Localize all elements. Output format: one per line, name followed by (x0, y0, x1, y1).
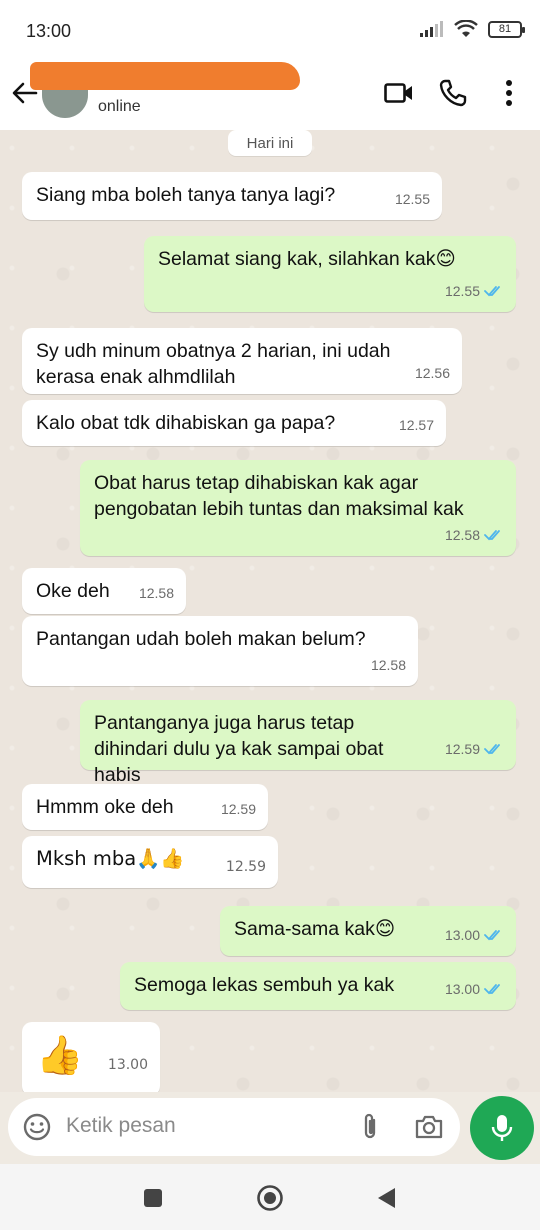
triangle-back-icon (378, 1188, 395, 1208)
home-button[interactable] (256, 1184, 284, 1212)
message-time: 13.00 (107, 1057, 148, 1073)
video-call-icon (384, 83, 412, 103)
message-meta: 12.58 (139, 580, 174, 606)
message-text: Siang mba boleh tanya tanya lagi? (36, 184, 336, 206)
camera-button[interactable] (414, 1112, 444, 1142)
double-check-icon (484, 744, 500, 755)
battery-icon: 81 (488, 20, 525, 38)
message-meta: 13.00 (445, 922, 504, 948)
phone-icon (439, 79, 467, 107)
emoji-button[interactable] (22, 1112, 52, 1142)
message-outgoing[interactable]: Semoga lekas sembuh ya kak 13.00 (120, 962, 516, 1010)
paperclip-icon (364, 1113, 376, 1139)
message-meta: 12.57 (399, 412, 434, 438)
message-outgoing[interactable]: Sama-sama kak😊 13.00 (220, 906, 516, 956)
status-icons: 81 (420, 20, 525, 38)
message-meta: 12.59 (445, 736, 504, 762)
message-outgoing[interactable]: Pantanganya juga harus tetap dihindari d… (80, 700, 516, 786)
message-incoming[interactable]: Hmmm oke deh 12.59 (22, 784, 268, 830)
message-time: 13.00 (444, 927, 480, 943)
message-outgoing[interactable]: Obat harus tetap dihabiskan kak agar pen… (80, 460, 516, 556)
square-icon (144, 1189, 162, 1207)
message-text: Obat harus tetap dihabiskan kak agar pen… (94, 472, 464, 520)
composer-bar (0, 1092, 540, 1164)
recent-apps-button[interactable] (139, 1184, 167, 1212)
date-chip: Hari ini (228, 130, 312, 156)
voice-call-button[interactable] (436, 76, 470, 110)
status-bar: 13:00 81 (0, 0, 540, 62)
message-meta: 12.59 (226, 854, 266, 880)
message-incoming[interactable]: Siang mba boleh tanya tanya lagi? 12.55 (22, 172, 442, 220)
message-incoming[interactable]: Pantangan udah boleh makan belum? 12.58 (22, 616, 418, 686)
message-time: 12.56 (414, 365, 450, 381)
circle-home-icon (257, 1185, 283, 1211)
message-incoming[interactable]: Mksh mba🙏👍 12.59 (22, 836, 278, 888)
message-time: 12.55 (394, 191, 430, 207)
chat-area[interactable]: Hari ini Siang mba boleh tanya tanya lag… (0, 130, 540, 1092)
message-time: 12.58 (444, 527, 480, 543)
double-check-icon (484, 984, 500, 995)
video-call-button[interactable] (382, 76, 416, 110)
message-text: Sy udh minum obatnya 2 harian, ini udah … (36, 340, 391, 388)
back-nav-button[interactable] (372, 1184, 400, 1212)
more-options-button[interactable] (492, 76, 526, 110)
signal-icon (420, 21, 443, 37)
message-incoming[interactable]: 👍 13.00 (22, 1022, 160, 1092)
system-nav-bar (0, 1164, 540, 1230)
message-text: Pantanganya juga harus tetap dihindari d… (94, 712, 384, 786)
double-check-icon (484, 530, 500, 541)
message-time: 12.58 (138, 585, 174, 601)
wifi-icon (454, 20, 478, 37)
message-text: Selamat siang kak, silahkan kak😊 (158, 248, 456, 270)
message-meta: 12.56 (415, 360, 450, 386)
contact-status: online (98, 98, 141, 115)
message-time: 13.00 (444, 981, 480, 997)
message-time: 12.59 (444, 741, 480, 757)
attach-button[interactable] (358, 1112, 382, 1142)
message-meta: 12.58 (445, 522, 504, 548)
message-outgoing[interactable]: Selamat siang kak, silahkan kak😊 12.55 (144, 236, 516, 312)
message-time: 12.59 (225, 859, 266, 875)
message-meta: 12.58 (371, 652, 406, 678)
message-text: Pantangan udah boleh makan belum? (36, 628, 366, 650)
message-meta: 12.55 (395, 186, 430, 212)
status-time: 13:00 (26, 21, 72, 41)
message-time: 12.59 (220, 801, 256, 817)
double-check-icon (484, 286, 500, 297)
message-time: 12.57 (398, 417, 434, 433)
message-text: Kalo obat tdk dihabiskan ga papa? (36, 412, 336, 434)
camera-icon (415, 1115, 443, 1139)
mic-button[interactable] (470, 1096, 534, 1160)
double-check-icon (484, 930, 500, 941)
message-time: 12.58 (370, 657, 406, 673)
redacted-contact-name (30, 62, 300, 90)
more-vertical-icon (506, 80, 512, 106)
message-incoming[interactable]: Kalo obat tdk dihabiskan ga papa? 12.57 (22, 400, 446, 446)
message-meta: 12.55 (445, 278, 504, 304)
message-meta: 12.59 (221, 796, 256, 822)
message-incoming[interactable]: Oke deh 12.58 (22, 568, 186, 614)
message-input[interactable] (66, 1114, 336, 1138)
chat-header: online (0, 62, 540, 130)
microphone-icon (491, 1115, 513, 1141)
message-meta: 13.00 (445, 976, 504, 1002)
message-incoming[interactable]: Sy udh minum obatnya 2 harian, ini udah … (22, 328, 462, 394)
message-meta: 13.00 (108, 1042, 148, 1088)
message-time: 12.55 (444, 283, 480, 299)
composer-pill (8, 1098, 460, 1156)
emoji-icon (23, 1113, 51, 1141)
